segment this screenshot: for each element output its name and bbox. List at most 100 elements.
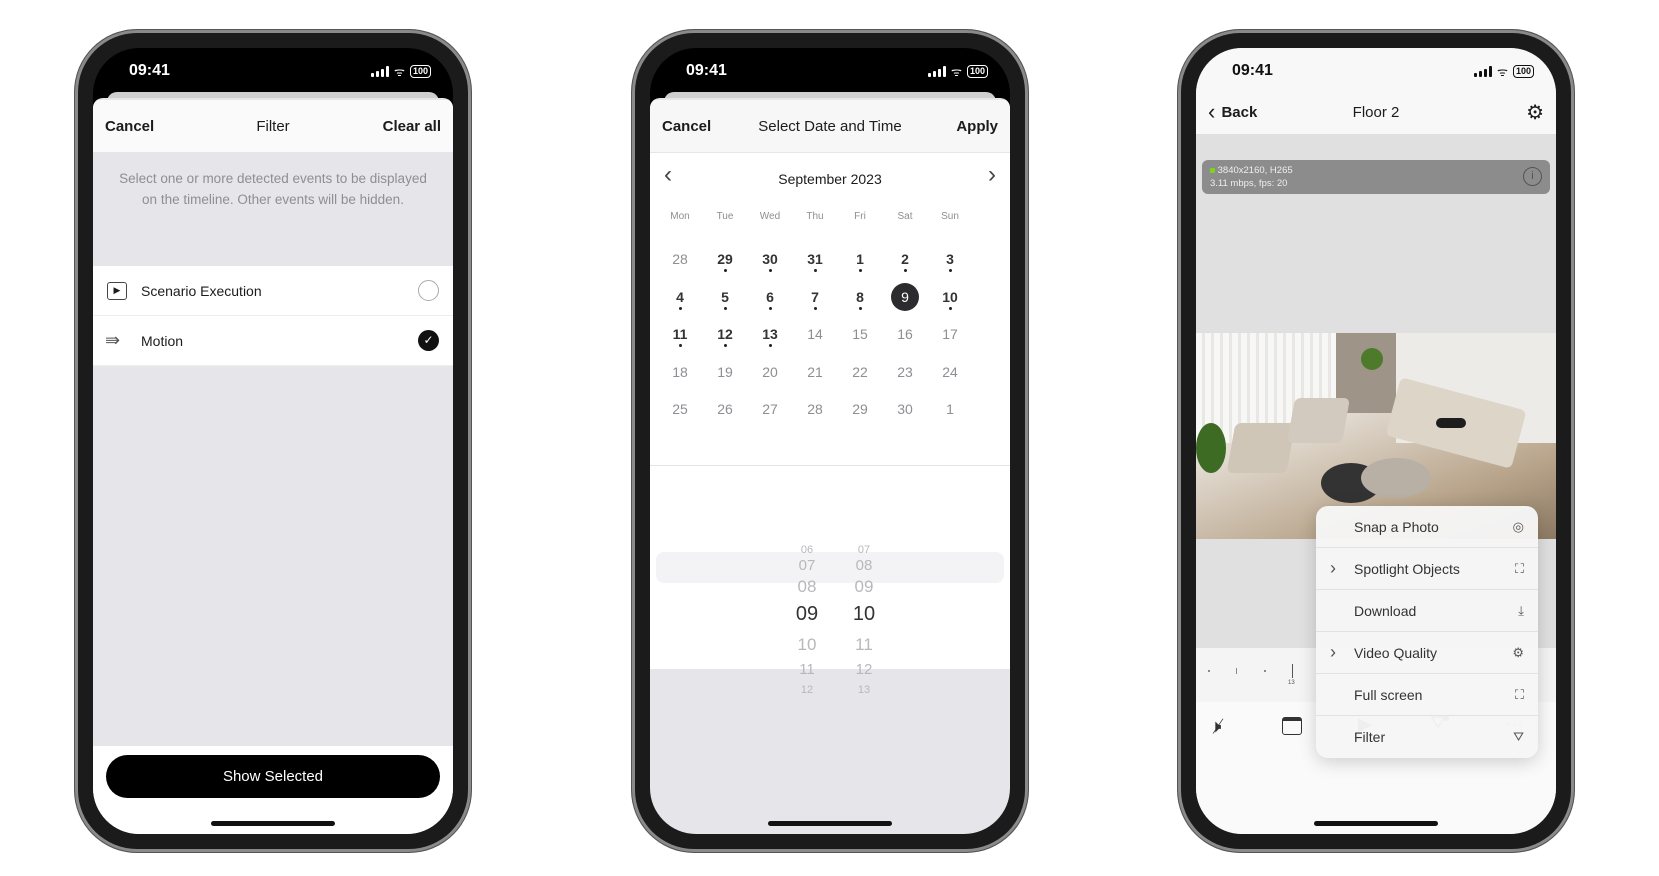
calendar-day[interactable]: 19: [705, 364, 745, 380]
camera-screen: 09:41 ᯤ 100 ‹ Back Floor 2 ⚙ 3840x2160, H…: [1196, 48, 1556, 834]
calendar-day[interactable]: 23: [885, 364, 925, 380]
calendar-day[interactable]: 13: [750, 326, 790, 347]
minute-picker-option[interactable]: 12: [844, 661, 884, 678]
calendar-day[interactable]: 28: [795, 401, 835, 417]
day-number: 18: [672, 363, 688, 380]
spotlight-icon: ⛶: [1514, 560, 1524, 576]
day-number: 15: [852, 326, 868, 342]
hour-picker-option[interactable]: 08: [787, 577, 827, 597]
calendar-day[interactable]: 30: [885, 401, 925, 417]
calendar-day[interactable]: 28: [660, 251, 700, 267]
minute-picker-option[interactable]: 08: [844, 557, 884, 574]
checkbox-checked-icon[interactable]: ✓: [418, 330, 439, 351]
calendar-day[interactable]: 5: [705, 289, 745, 310]
gear-icon: ⚙: [1512, 644, 1524, 660]
filter-screen: 09:41 ᯤ 100 Cancel Filter Clear all Selec…: [93, 48, 453, 834]
weekday-label: Fri: [854, 211, 866, 222]
calendar-day[interactable]: 7: [795, 289, 835, 310]
calendar-day[interactable]: 4: [660, 289, 700, 310]
calendar-day[interactable]: 12: [705, 326, 745, 347]
date-sheet: Cancel Select Date and Time Apply ‹ Sept…: [650, 98, 1010, 834]
hour-picker-selected[interactable]: 09: [787, 603, 827, 626]
calendar-day[interactable]: 27: [750, 401, 790, 417]
menu-item-filter[interactable]: Filter ⛛: [1316, 716, 1538, 758]
day-number: 28: [807, 401, 823, 417]
info-icon[interactable]: i: [1523, 167, 1542, 186]
clear-all-button[interactable]: Clear all: [383, 118, 441, 135]
fullscreen-icon: ⛶: [1514, 686, 1524, 702]
minute-picker-option[interactable]: 11: [844, 635, 884, 655]
calendar-day[interactable]: 30: [750, 251, 790, 272]
calendar-day[interactable]: 11: [660, 326, 700, 347]
day-number: 30: [762, 251, 778, 267]
day-number: 13: [762, 326, 778, 342]
calendar-icon[interactable]: [1282, 717, 1302, 735]
day-number: 22: [852, 363, 868, 380]
filter-description: Select one or more detected events to be…: [119, 171, 427, 207]
phone-date: 09:41 ᯤ 100 Cancel Select Date and Time A…: [632, 30, 1028, 852]
minute-picker-selected[interactable]: 10: [844, 603, 884, 626]
calendar-day[interactable]: 22: [840, 364, 880, 380]
back-label: Back: [1221, 104, 1258, 121]
calendar-day[interactable]: 17: [930, 326, 970, 342]
event-dot: [858, 306, 862, 310]
calendar-day-selected[interactable]: 9: [885, 282, 925, 311]
calendar-day[interactable]: 20: [750, 364, 790, 380]
menu-item-full-screen[interactable]: Full screen ⛶: [1316, 674, 1538, 716]
day-number: 27: [762, 401, 778, 417]
day-number: 1: [856, 251, 864, 267]
minute-picker-option[interactable]: 07: [844, 544, 884, 556]
event-dot: [903, 269, 907, 272]
calendar-day[interactable]: 18: [660, 364, 700, 380]
calendar-day[interactable]: 16: [885, 326, 925, 342]
day-number: 21: [807, 363, 823, 380]
day-number: 11: [672, 326, 688, 342]
calendar-day[interactable]: 1: [930, 401, 970, 417]
cancel-button[interactable]: Cancel: [662, 118, 711, 135]
menu-item-snap-a-photo[interactable]: Snap a Photo ◎: [1316, 506, 1538, 548]
download-icon: ⤓: [1518, 602, 1524, 618]
hour-picker-option[interactable]: 06: [787, 544, 827, 556]
hour-picker-option[interactable]: 07: [787, 557, 827, 574]
settings-gear-icon[interactable]: ⚙: [1526, 100, 1544, 125]
menu-item-video-quality[interactable]: › Video Quality ⚙: [1316, 632, 1538, 674]
calendar-day[interactable]: 10: [930, 289, 970, 310]
calendar-day[interactable]: 15: [840, 326, 880, 342]
calendar-day[interactable]: 31: [795, 251, 835, 272]
filter-item-motion[interactable]: ⇛ Motion ✓: [93, 316, 453, 366]
calendar-day[interactable]: 6: [750, 289, 790, 310]
event-dot: [858, 269, 862, 272]
calendar-day[interactable]: 29: [840, 401, 880, 417]
home-indicator: [1314, 821, 1438, 826]
apply-button[interactable]: Apply: [956, 118, 998, 135]
calendar-day[interactable]: 2: [885, 251, 925, 272]
cancel-button[interactable]: Cancel: [105, 118, 154, 135]
calendar-day[interactable]: 1: [840, 251, 880, 272]
minute-picker-option[interactable]: 09: [844, 577, 884, 597]
calendar-day[interactable]: 26: [705, 401, 745, 417]
menu-item-download[interactable]: Download ⤓: [1316, 590, 1538, 632]
calendar-day[interactable]: 25: [660, 401, 700, 417]
next-month-button[interactable]: ›: [988, 161, 996, 189]
hour-picker-option[interactable]: 12: [787, 684, 827, 696]
day-number: 29: [717, 251, 733, 267]
phone-filter: 09:41 ᯤ 100 Cancel Filter Clear all Selec…: [75, 30, 471, 852]
hour-picker-option[interactable]: 10: [787, 635, 827, 655]
minute-picker-option[interactable]: 13: [844, 684, 884, 696]
timeline-tick-label: 13: [1288, 680, 1295, 686]
radio-unchecked[interactable]: [418, 280, 439, 301]
mute-icon[interactable]: 🕨̸: [1210, 716, 1221, 737]
calendar-day[interactable]: 14: [795, 326, 835, 342]
filter-item-scenario-execution[interactable]: ▶ Scenario Execution: [93, 266, 453, 316]
chevron-right-icon: ›: [1330, 642, 1336, 662]
calendar-day[interactable]: 8: [840, 289, 880, 310]
show-selected-button[interactable]: Show Selected: [106, 755, 440, 798]
hour-picker-option[interactable]: 11: [787, 661, 827, 678]
calendar-day[interactable]: 24: [930, 364, 970, 380]
menu-item-spotlight-objects[interactable]: › Spotlight Objects ⛶: [1316, 548, 1538, 590]
calendar-day[interactable]: 29: [705, 251, 745, 272]
calendar-day[interactable]: 21: [795, 364, 835, 380]
back-button[interactable]: ‹ Back: [1208, 99, 1257, 125]
day-number: 1: [946, 401, 954, 417]
calendar-day[interactable]: 3: [930, 251, 970, 272]
